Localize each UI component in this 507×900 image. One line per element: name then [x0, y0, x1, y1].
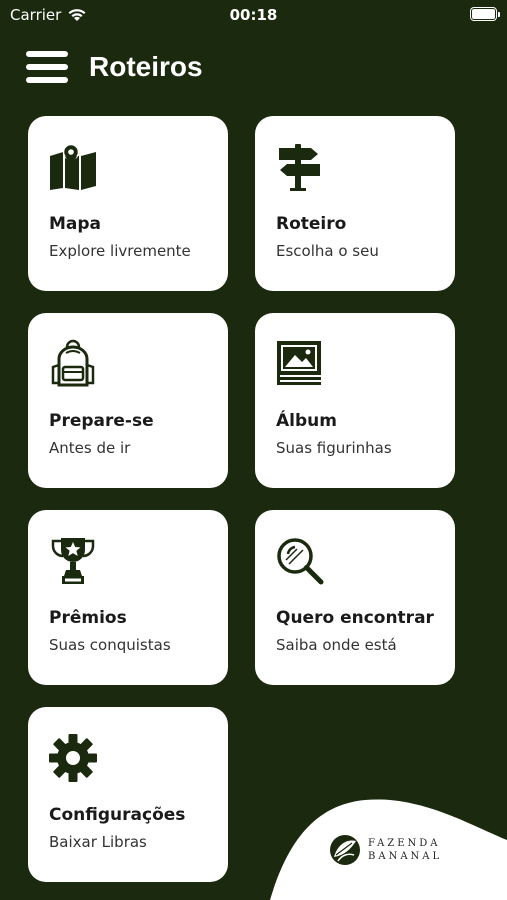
logo-line-2: BANANAL: [368, 851, 443, 862]
hamburger-bar: [26, 77, 68, 83]
card-album[interactable]: Álbum Suas figurinhas: [255, 313, 455, 488]
card-sublabel: Explore livremente: [49, 242, 191, 260]
leaf-logo-icon: [330, 835, 360, 865]
card-label: Roteiro: [276, 214, 347, 234]
card-prepare-se[interactable]: Prepare-se Antes de ir: [28, 313, 228, 488]
fazenda-bananal-logo: FAZENDA BANANAL: [328, 833, 442, 867]
card-label: Mapa: [49, 214, 102, 234]
magnifier-icon: [277, 538, 324, 585]
page-title: Roteiros: [89, 51, 203, 82]
logo-line-1: FAZENDA: [368, 838, 441, 849]
card-sublabel: Suas conquistas: [49, 636, 171, 654]
hamburger-bar: [26, 64, 68, 70]
card-label: Prêmios: [49, 608, 127, 628]
menu-button[interactable]: [26, 47, 70, 87]
battery-icon: [470, 7, 500, 21]
card-quero-encontrar[interactable]: Quero encontrar Saiba onde está: [255, 510, 455, 685]
status-bar: Carrier 00:18: [0, 0, 507, 30]
card-roteiro[interactable]: Roteiro Escolha o seu: [255, 116, 455, 291]
trophy-icon: [51, 538, 95, 584]
card-sublabel: Antes de ir: [49, 439, 131, 457]
card-label: Prepare-se: [49, 411, 154, 431]
card-label: Álbum: [276, 411, 337, 431]
card-sublabel: Escolha o seu: [276, 242, 379, 260]
hamburger-bar: [26, 51, 68, 57]
album-icon: [277, 341, 321, 385]
header: Roteiros: [26, 44, 203, 90]
card-mapa[interactable]: Mapa Explore livremente: [28, 116, 228, 291]
status-time: 00:18: [229, 6, 278, 24]
backpack-icon: [51, 339, 95, 387]
gear-icon: [49, 734, 97, 782]
card-label: Quero encontrar: [276, 608, 434, 628]
map-icon: [50, 143, 96, 190]
signpost-icon: [279, 144, 320, 191]
card-premios[interactable]: Prêmios Suas conquistas: [28, 510, 228, 685]
card-sublabel: Saiba onde está: [276, 636, 397, 654]
card-sublabel: Suas figurinhas: [276, 439, 392, 457]
